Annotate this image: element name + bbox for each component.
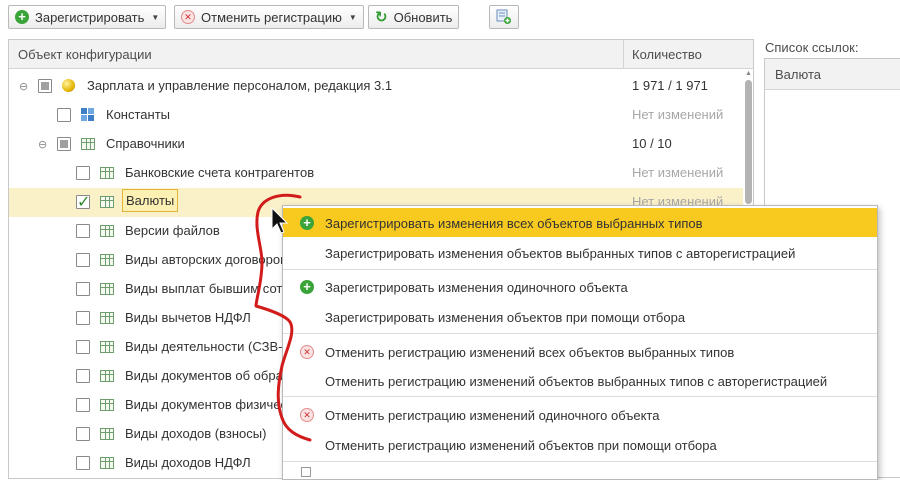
checkbox[interactable] (76, 369, 90, 383)
menu-separator (283, 461, 877, 462)
menu-item-register-autoregistration[interactable]: Зарегистрировать изменения объектов выбр… (283, 238, 877, 267)
catalog-icon (100, 428, 114, 440)
collapse-icon[interactable]: ⊖ (38, 138, 47, 151)
plus-icon: + (15, 10, 29, 24)
menu-item-icon (301, 467, 311, 477)
register-button[interactable]: + Зарегистрировать ▼ (8, 5, 167, 29)
checkbox[interactable] (76, 253, 90, 267)
tree-row[interactable]: ⊖ Зарплата и управление персоналом, реда… (9, 72, 743, 101)
menu-item-label: Отменить регистрацию изменений всех объе… (325, 345, 735, 360)
row-quantity: 10 / 10 (632, 136, 672, 151)
catalog-icon (100, 254, 114, 266)
menu-item-label: Зарегистрировать изменения объектов выбр… (325, 246, 796, 261)
row-label: Виды доходов НДФЛ (125, 455, 251, 470)
menu-item-label: Отменить регистрацию изменений объектов … (325, 374, 828, 389)
catalog-icon (100, 225, 114, 237)
scroll-up-icon[interactable]: ▲ (745, 70, 752, 77)
constants-icon (81, 108, 95, 122)
checkbox[interactable] (57, 108, 71, 122)
checkbox[interactable] (76, 192, 90, 212)
collapse-icon[interactable]: ⊖ (19, 80, 28, 93)
chevron-down-icon: ▼ (348, 12, 357, 22)
cancel-icon: ✕ (300, 408, 314, 422)
row-label: Версии файлов (125, 223, 220, 238)
checkbox[interactable] (76, 427, 90, 441)
catalog-icon (100, 370, 114, 382)
mouse-cursor-icon (271, 207, 289, 234)
context-menu: + Зарегистрировать изменения всех объект… (282, 205, 878, 480)
column-header-object[interactable]: Объект конфигурации (18, 47, 152, 62)
catalog-icon (81, 138, 95, 150)
checkbox[interactable] (76, 398, 90, 412)
scrollbar-thumb[interactable] (745, 80, 752, 204)
menu-item-register-single-object[interactable]: + Зарегистрировать изменения одиночного … (283, 272, 877, 301)
tree-row[interactable]: ⊖ Справочники 10 / 10 (9, 130, 743, 159)
catalog-icon (100, 341, 114, 353)
row-label: Константы (106, 107, 170, 122)
column-header-currency[interactable]: Валюта (775, 67, 821, 82)
checkbox[interactable] (76, 282, 90, 296)
plus-icon: + (300, 216, 314, 230)
refresh-button-label: Обновить (393, 9, 453, 25)
column-header-quantity[interactable]: Количество (632, 47, 702, 62)
settings-object-icon (496, 9, 511, 24)
menu-item-label: Зарегистрировать изменения объектов при … (325, 310, 686, 325)
menu-separator (283, 333, 877, 334)
catalog-icon (100, 399, 114, 411)
column-separator (623, 40, 624, 69)
menu-separator (283, 269, 877, 270)
menu-item-cancel-all-selected-types[interactable]: ✕ Отменить регистрацию изменений всех об… (283, 337, 877, 366)
menu-item-label: Зарегистрировать изменения всех объектов… (325, 216, 703, 231)
catalog-icon (100, 312, 114, 324)
menu-item-cancel-autoregistration[interactable]: Отменить регистрацию изменений объектов … (283, 366, 877, 395)
row-quantity: Нет изменений (632, 107, 724, 122)
checkbox[interactable] (57, 137, 71, 151)
checkbox[interactable] (76, 166, 90, 180)
row-label: Валюты (122, 189, 179, 212)
refresh-icon: ↻ (375, 9, 388, 26)
menu-item-register-by-filter[interactable]: Зарегистрировать изменения объектов при … (283, 302, 877, 331)
checkbox[interactable] (38, 79, 52, 93)
row-quantity: Нет изменений (632, 165, 724, 180)
menu-item-register-all-selected-types[interactable]: + Зарегистрировать изменения всех объект… (283, 208, 877, 237)
cancel-icon: ✕ (300, 345, 314, 359)
row-label: Зарплата и управление персоналом, редакц… (87, 78, 393, 93)
menu-item-label: Отменить регистрацию изменений одиночног… (325, 408, 660, 423)
checkbox[interactable] (76, 224, 90, 238)
checkbox[interactable] (76, 340, 90, 354)
row-label: Виды доходов (взносы) (125, 426, 267, 441)
catalog-icon (100, 167, 114, 179)
row-label: Банковские счета контрагентов (125, 165, 315, 180)
cancel-icon: ✕ (181, 10, 195, 24)
references-header: Валюта (765, 59, 900, 90)
configuration-icon (62, 79, 75, 92)
row-label: Виды вычетов НДФЛ (125, 310, 251, 325)
checkbox[interactable] (76, 311, 90, 325)
checkbox[interactable] (76, 456, 90, 470)
catalog-icon (100, 283, 114, 295)
cancel-registration-button-label: Отменить регистрацию (201, 9, 342, 25)
plus-icon: + (300, 280, 314, 294)
menu-item-cancel-single-object[interactable]: ✕ Отменить регистрацию изменений одиночн… (283, 400, 877, 429)
refresh-button[interactable]: ↻ Обновить (368, 5, 460, 29)
catalog-icon (100, 196, 114, 208)
row-label: Виды деятельности (СЗВ-К) (125, 339, 295, 354)
menu-separator (283, 396, 877, 397)
catalog-icon (100, 457, 114, 469)
toolbar: + Зарегистрировать ▼ ✕ Отменить регистра… (0, 0, 900, 34)
row-label: Справочники (106, 136, 185, 151)
tree-row[interactable]: Константы Нет изменений (9, 101, 743, 130)
chevron-down-icon: ▼ (151, 12, 160, 22)
menu-item-cancel-by-filter[interactable]: Отменить регистрацию изменений объектов … (283, 430, 877, 459)
register-button-label: Зарегистрировать (35, 9, 145, 25)
object-settings-button[interactable] (489, 5, 519, 29)
menu-item-label: Зарегистрировать изменения одиночного об… (325, 280, 628, 295)
tree-row[interactable]: Банковские счета контрагентов Нет измене… (9, 159, 743, 188)
menu-item-label: Отменить регистрацию изменений объектов … (325, 438, 717, 453)
row-label: Виды авторских договоров (125, 252, 288, 267)
references-title: Список ссылок: (765, 40, 859, 55)
cancel-registration-button[interactable]: ✕ Отменить регистрацию ▼ (174, 5, 364, 29)
row-quantity: 1 971 / 1 971 (632, 78, 708, 93)
tree-header: Объект конфигурации Количество (9, 40, 753, 69)
